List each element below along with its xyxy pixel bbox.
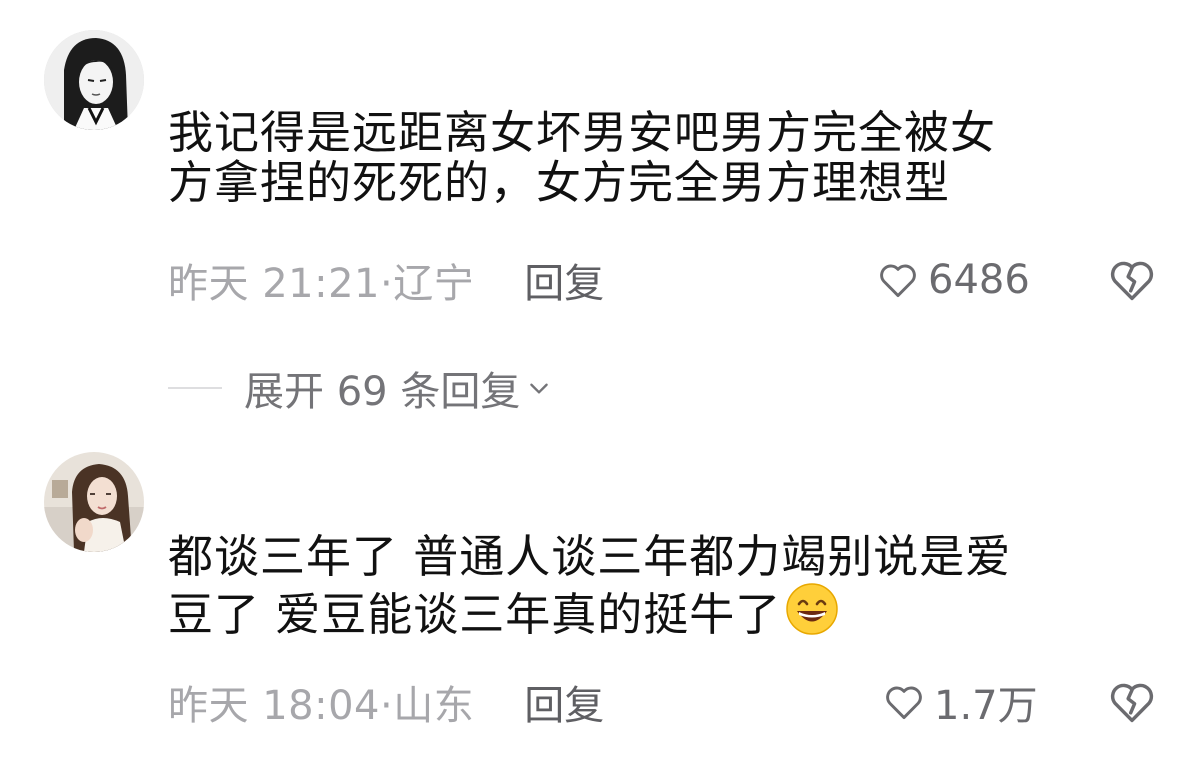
avatar-image [44,30,144,130]
time-location: 昨天 18:04·山东 [168,683,475,729]
heart-outline-icon [886,686,922,720]
reply-button[interactable]: 回复 [524,251,604,309]
comment-item: 都谈三年了 普通人谈三年都力竭别说是爱 豆了 爱豆能谈三年真的挺牛了 昨天 18… [0,440,1200,770]
divider [168,387,222,389]
expand-replies-label: 展开 69 条回复 [244,369,521,415]
reply-button[interactable]: 回复 [524,673,604,731]
comment-item: 我记得是远距离女坏男安吧男方完全被女 方拿捏的死死的，女方完全男方理想型 昨天 … [0,0,1200,340]
avatar-image [44,452,144,552]
dislike-button[interactable] [1106,676,1158,728]
like-count: 6486 [928,257,1030,303]
avatar[interactable] [44,30,144,130]
heart-outline-icon [880,264,916,298]
like-button[interactable]: 1.7万 [882,674,1038,730]
broken-heart-icon [1110,683,1154,723]
avatar[interactable] [44,452,144,552]
comment-text-content: 都谈三年了 普通人谈三年都力竭别说是爱 豆了 爱豆能谈三年真的挺牛了 [168,530,1012,641]
like-count: 1.7万 [934,683,1038,729]
expand-replies-button[interactable]: 展开 69 条回复 [168,360,552,416]
chevron-down-icon [530,383,549,394]
comment-meta: 昨天 18:04·山东 回复 [168,674,604,730]
grinning-face-emoji [786,583,839,635]
broken-heart-icon [1110,261,1154,301]
comment-text: 我记得是远距离女坏男安吧男方完全被女 方拿捏的死死的，女方完全男方理想型 [168,106,997,209]
like-button[interactable]: 6486 [876,252,1030,308]
dislike-button[interactable] [1106,254,1158,306]
comment-text: 都谈三年了 普通人谈三年都力竭别说是爱 豆了 爱豆能谈三年真的挺牛了 [168,532,1168,640]
comment-meta: 昨天 21:21·辽宁 回复 [168,252,604,308]
time-location: 昨天 21:21·辽宁 [168,261,475,307]
